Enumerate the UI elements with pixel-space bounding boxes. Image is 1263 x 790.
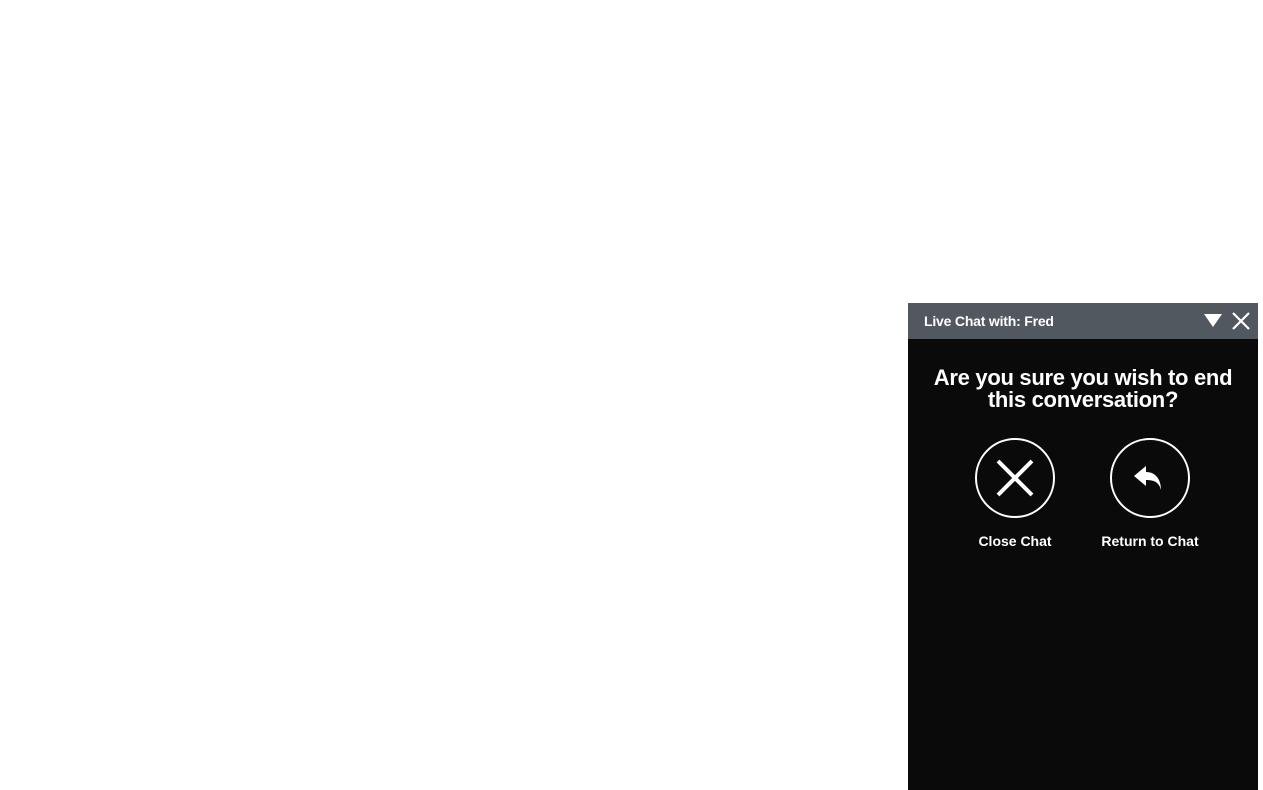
end-chat-overlay: Are you sure you wish to end this conver…	[908, 339, 1258, 790]
close-chat-button[interactable]: Close Chat	[945, 438, 1085, 549]
page: Live Chat with: Fred Are you sure you wi…	[0, 0, 1263, 790]
triangle-down-icon	[1204, 314, 1222, 327]
return-to-chat-circle[interactable]	[1110, 438, 1190, 518]
chat-widget: Live Chat with: Fred Are you sure you wi…	[908, 303, 1258, 790]
reply-arrow-icon	[1134, 466, 1161, 490]
return-to-chat-button[interactable]: Return to Chat	[1080, 438, 1220, 549]
close-button[interactable]	[1230, 310, 1252, 332]
close-icon	[1232, 312, 1250, 330]
chat-header: Live Chat with: Fred	[908, 303, 1258, 339]
close-chat-label: Close Chat	[978, 533, 1052, 549]
x-icon	[996, 459, 1034, 497]
return-to-chat-label: Return to Chat	[1101, 533, 1199, 549]
minimize-button[interactable]	[1202, 310, 1224, 332]
close-chat-circle[interactable]	[975, 438, 1055, 518]
chat-title: Live Chat with: Fred	[924, 313, 1054, 329]
confirm-question: Are you sure you wish to end this conver…	[933, 365, 1233, 412]
